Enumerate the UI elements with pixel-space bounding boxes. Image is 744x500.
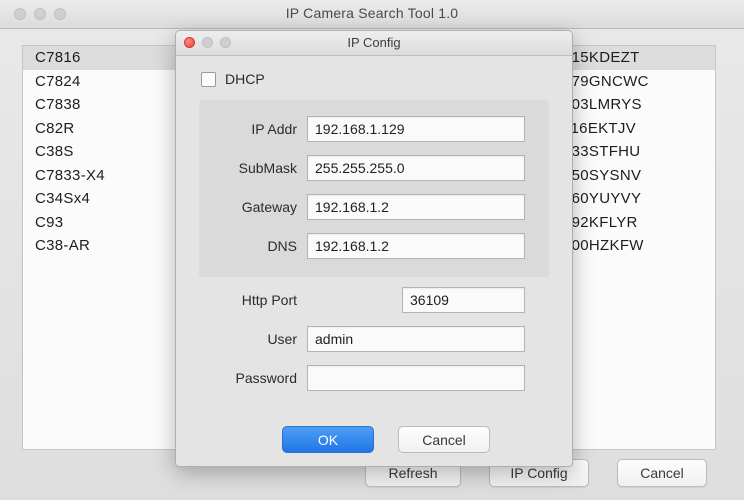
list-item[interactable]: 803LMRYS — [563, 93, 715, 117]
list-item[interactable]: 550SYSNV — [563, 164, 715, 188]
dialog-titlebar: IP Config — [176, 31, 572, 56]
dns-label: DNS — [267, 238, 297, 254]
password-label: Password — [235, 370, 297, 386]
ip-addr-row: IP Addr 192.168.1.129 — [199, 116, 525, 142]
dhcp-label: DHCP — [225, 71, 265, 87]
dns-row: DNS 192.168.1.2 — [199, 233, 525, 259]
list-item[interactable]: 960YUYVY — [563, 187, 715, 211]
ok-button[interactable]: OK — [282, 426, 374, 453]
user-row: User admin — [199, 326, 525, 352]
ip-addr-label: IP Addr — [251, 121, 297, 137]
password-row: Password — [199, 365, 525, 391]
list-item[interactable]: 592KFLYR — [563, 211, 715, 235]
dhcp-checkbox-row[interactable]: DHCP — [201, 71, 265, 87]
http-port-row: Http Port 36109 — [199, 287, 525, 313]
main-titlebar: IP Camera Search Tool 1.0 — [0, 0, 744, 29]
gateway-row: Gateway 192.168.1.2 — [199, 194, 525, 220]
ip-config-dialog: IP Config DHCP IP Addr 192.168.1.129 Sub… — [175, 30, 573, 467]
gateway-label: Gateway — [241, 199, 297, 215]
device-serial-column: 315KDEZT 579GNCWC 803LMRYS 116EKTJV 733S… — [563, 46, 715, 258]
submask-row: SubMask 255.255.255.0 — [199, 155, 525, 181]
submask-input[interactable]: 255.255.255.0 — [307, 155, 525, 181]
password-input[interactable] — [307, 365, 525, 391]
list-item[interactable]: 315KDEZT — [563, 46, 715, 70]
gateway-input[interactable]: 192.168.1.2 — [307, 194, 525, 220]
dns-input[interactable]: 192.168.1.2 — [307, 233, 525, 259]
http-port-label: Http Port — [241, 292, 297, 308]
list-item[interactable]: 116EKTJV — [563, 117, 715, 141]
cancel-button[interactable]: Cancel — [617, 459, 707, 487]
submask-label: SubMask — [238, 160, 297, 176]
list-item[interactable]: 300HZKFW — [563, 234, 715, 258]
ip-addr-input[interactable]: 192.168.1.129 — [307, 116, 525, 142]
dialog-title: IP Config — [347, 35, 401, 50]
http-port-input[interactable]: 36109 — [402, 287, 525, 313]
user-label: User — [267, 331, 297, 347]
list-item[interactable]: 733STFHU — [563, 140, 715, 164]
user-input[interactable]: admin — [307, 326, 525, 352]
main-window: IP Camera Search Tool 1.0 C7816 C7824 C7… — [0, 0, 744, 500]
list-item[interactable]: 579GNCWC — [563, 70, 715, 94]
page-title: IP Camera Search Tool 1.0 — [285, 5, 459, 21]
dhcp-checkbox[interactable] — [201, 71, 216, 87]
ip-settings-group: IP Addr 192.168.1.129 SubMask 255.255.25… — [199, 100, 549, 277]
dialog-cancel-button[interactable]: Cancel — [398, 426, 490, 453]
